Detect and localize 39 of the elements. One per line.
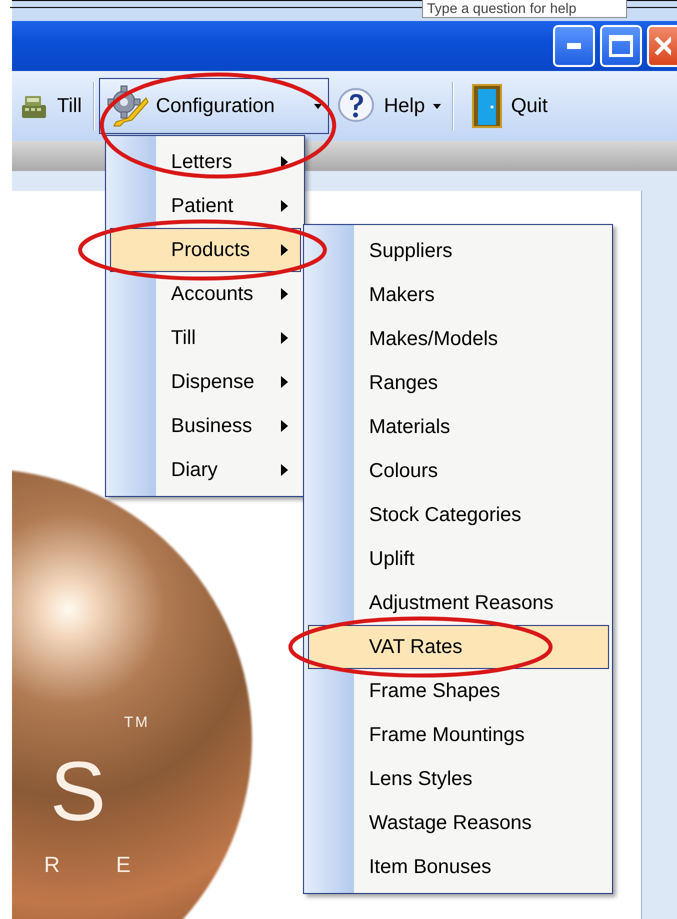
toolbar-button[interactable]: Till bbox=[12, 78, 89, 134]
menu-item[interactable]: Frame Shapes bbox=[308, 669, 609, 713]
toolbar-button[interactable]: Help bbox=[328, 78, 448, 134]
close-icon bbox=[653, 35, 671, 57]
menu-item[interactable]: Frame Mountings bbox=[308, 713, 609, 757]
toolbar-button[interactable]: Quit bbox=[464, 78, 555, 134]
menu-item[interactable]: Business bbox=[110, 404, 301, 448]
menu-item[interactable]: Suppliers bbox=[308, 229, 609, 273]
menu-item[interactable]: Wastage Reasons bbox=[308, 801, 609, 845]
gear-wrench-icon bbox=[106, 84, 150, 128]
help-search-field[interactable]: Type a question for help bbox=[422, 0, 627, 18]
menu-item[interactable]: Makes/Models bbox=[308, 317, 609, 361]
menu-item[interactable]: Dispense bbox=[110, 360, 301, 404]
menu-item[interactable]: Accounts bbox=[110, 272, 301, 316]
menu-item[interactable]: Materials bbox=[308, 405, 609, 449]
menu-item[interactable]: Uplift bbox=[308, 537, 609, 581]
menu-item[interactable]: Patient bbox=[110, 184, 301, 228]
menu-item[interactable]: VAT Rates bbox=[308, 625, 609, 669]
maximize-icon bbox=[609, 35, 633, 57]
menu-item[interactable]: Adjustment Reasons bbox=[308, 581, 609, 625]
menu-item[interactable]: Stock Categories bbox=[308, 493, 609, 537]
close-button[interactable] bbox=[647, 25, 677, 67]
menu-item[interactable]: Lens Styles bbox=[308, 757, 609, 801]
minimize-icon bbox=[567, 43, 581, 49]
door-icon bbox=[470, 83, 503, 129]
menu-item[interactable]: Ranges bbox=[308, 361, 609, 405]
logo-text: S bbox=[50, 749, 106, 833]
menu-item[interactable]: Item Bonuses bbox=[308, 845, 609, 889]
menu-item[interactable]: Diary bbox=[110, 448, 301, 492]
menu-item[interactable]: Colours bbox=[308, 449, 609, 493]
menu-item[interactable]: Products bbox=[110, 228, 301, 272]
maximize-button[interactable] bbox=[600, 25, 642, 67]
minimize-button[interactable] bbox=[553, 25, 595, 67]
menu-item[interactable]: Makers bbox=[308, 273, 609, 317]
toolbar-button[interactable]: Configuration bbox=[98, 78, 329, 134]
menu-item[interactable]: Till bbox=[110, 316, 301, 360]
logo-tagline: R E bbox=[44, 852, 131, 878]
trademark-mark: TM bbox=[124, 714, 150, 731]
menu-item[interactable]: Letters bbox=[110, 140, 301, 184]
